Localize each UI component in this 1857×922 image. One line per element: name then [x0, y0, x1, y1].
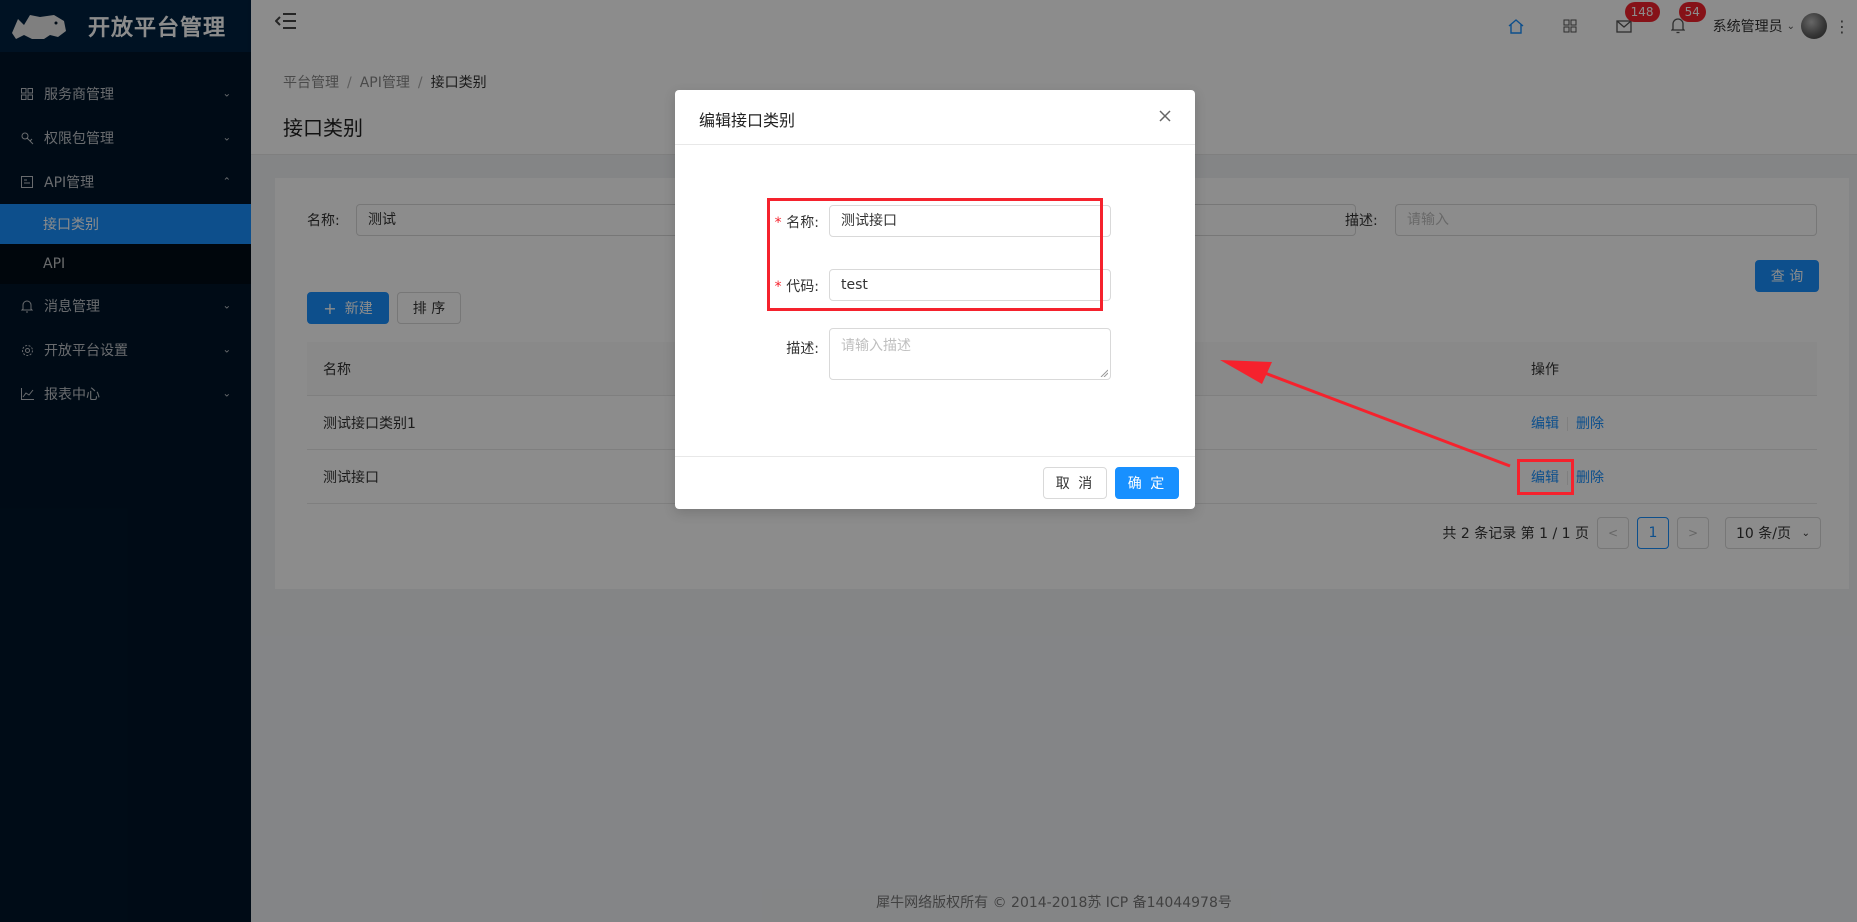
annotation-highlight-edit: [1517, 459, 1574, 495]
desc-placeholder: 请输入描述: [841, 338, 911, 354]
cancel-button[interactable]: 取 消: [1043, 467, 1107, 499]
modal-title: 编辑接口类别: [699, 111, 796, 130]
confirm-button[interactable]: 确 定: [1115, 467, 1179, 499]
desc-textarea[interactable]: 请输入描述: [829, 328, 1111, 380]
edit-category-modal: 编辑接口类别 * 名称: 测试接口 * 代码: test 描述: 请输入描述 取 消…: [675, 90, 1195, 509]
resize-grip-icon[interactable]: [1100, 369, 1108, 377]
desc-label: 描述:: [786, 341, 819, 357]
modal-header: 编辑接口类别: [675, 90, 1195, 145]
modal-footer: 取 消 确 定: [675, 456, 1195, 509]
close-icon[interactable]: [1153, 104, 1177, 128]
annotation-highlight-required-fields: [767, 198, 1103, 311]
